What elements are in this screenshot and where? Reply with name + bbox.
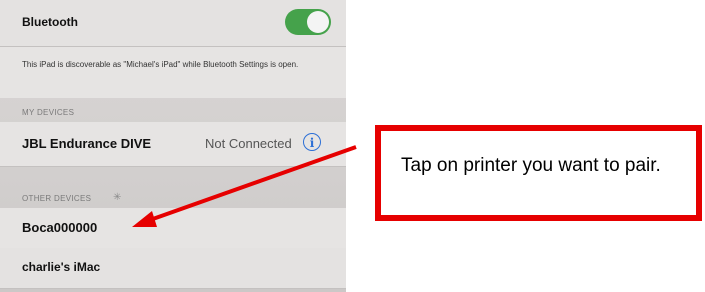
pointer-arrow-icon (132, 145, 357, 227)
